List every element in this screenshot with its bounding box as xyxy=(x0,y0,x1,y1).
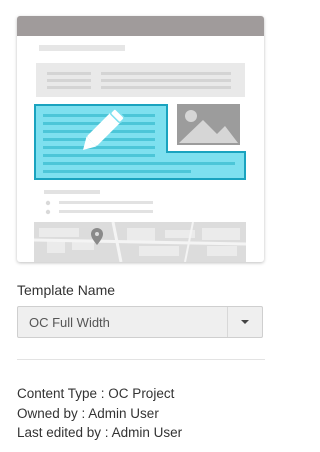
template-name-select[interactable]: OC Full Width xyxy=(17,306,263,338)
template-preview-thumbnail[interactable] xyxy=(17,16,264,262)
preview-title-line xyxy=(39,45,125,51)
content-type-text: Content Type : OC Project xyxy=(17,386,175,401)
last-edited-by-text: Last edited by : Admin User xyxy=(17,425,183,440)
chevron-down-icon xyxy=(241,320,249,324)
content-info: Content Type : OC Project Owned by : Adm… xyxy=(17,384,182,443)
preview-header-bar xyxy=(17,16,264,36)
template-name-label: Template Name xyxy=(17,282,116,298)
preview-map-placeholder xyxy=(33,221,247,262)
template-name-value: OC Full Width xyxy=(29,315,110,330)
select-dropdown-button[interactable] xyxy=(227,307,262,337)
divider xyxy=(17,359,265,360)
owned-by-text: Owned by : Admin User xyxy=(17,405,159,421)
